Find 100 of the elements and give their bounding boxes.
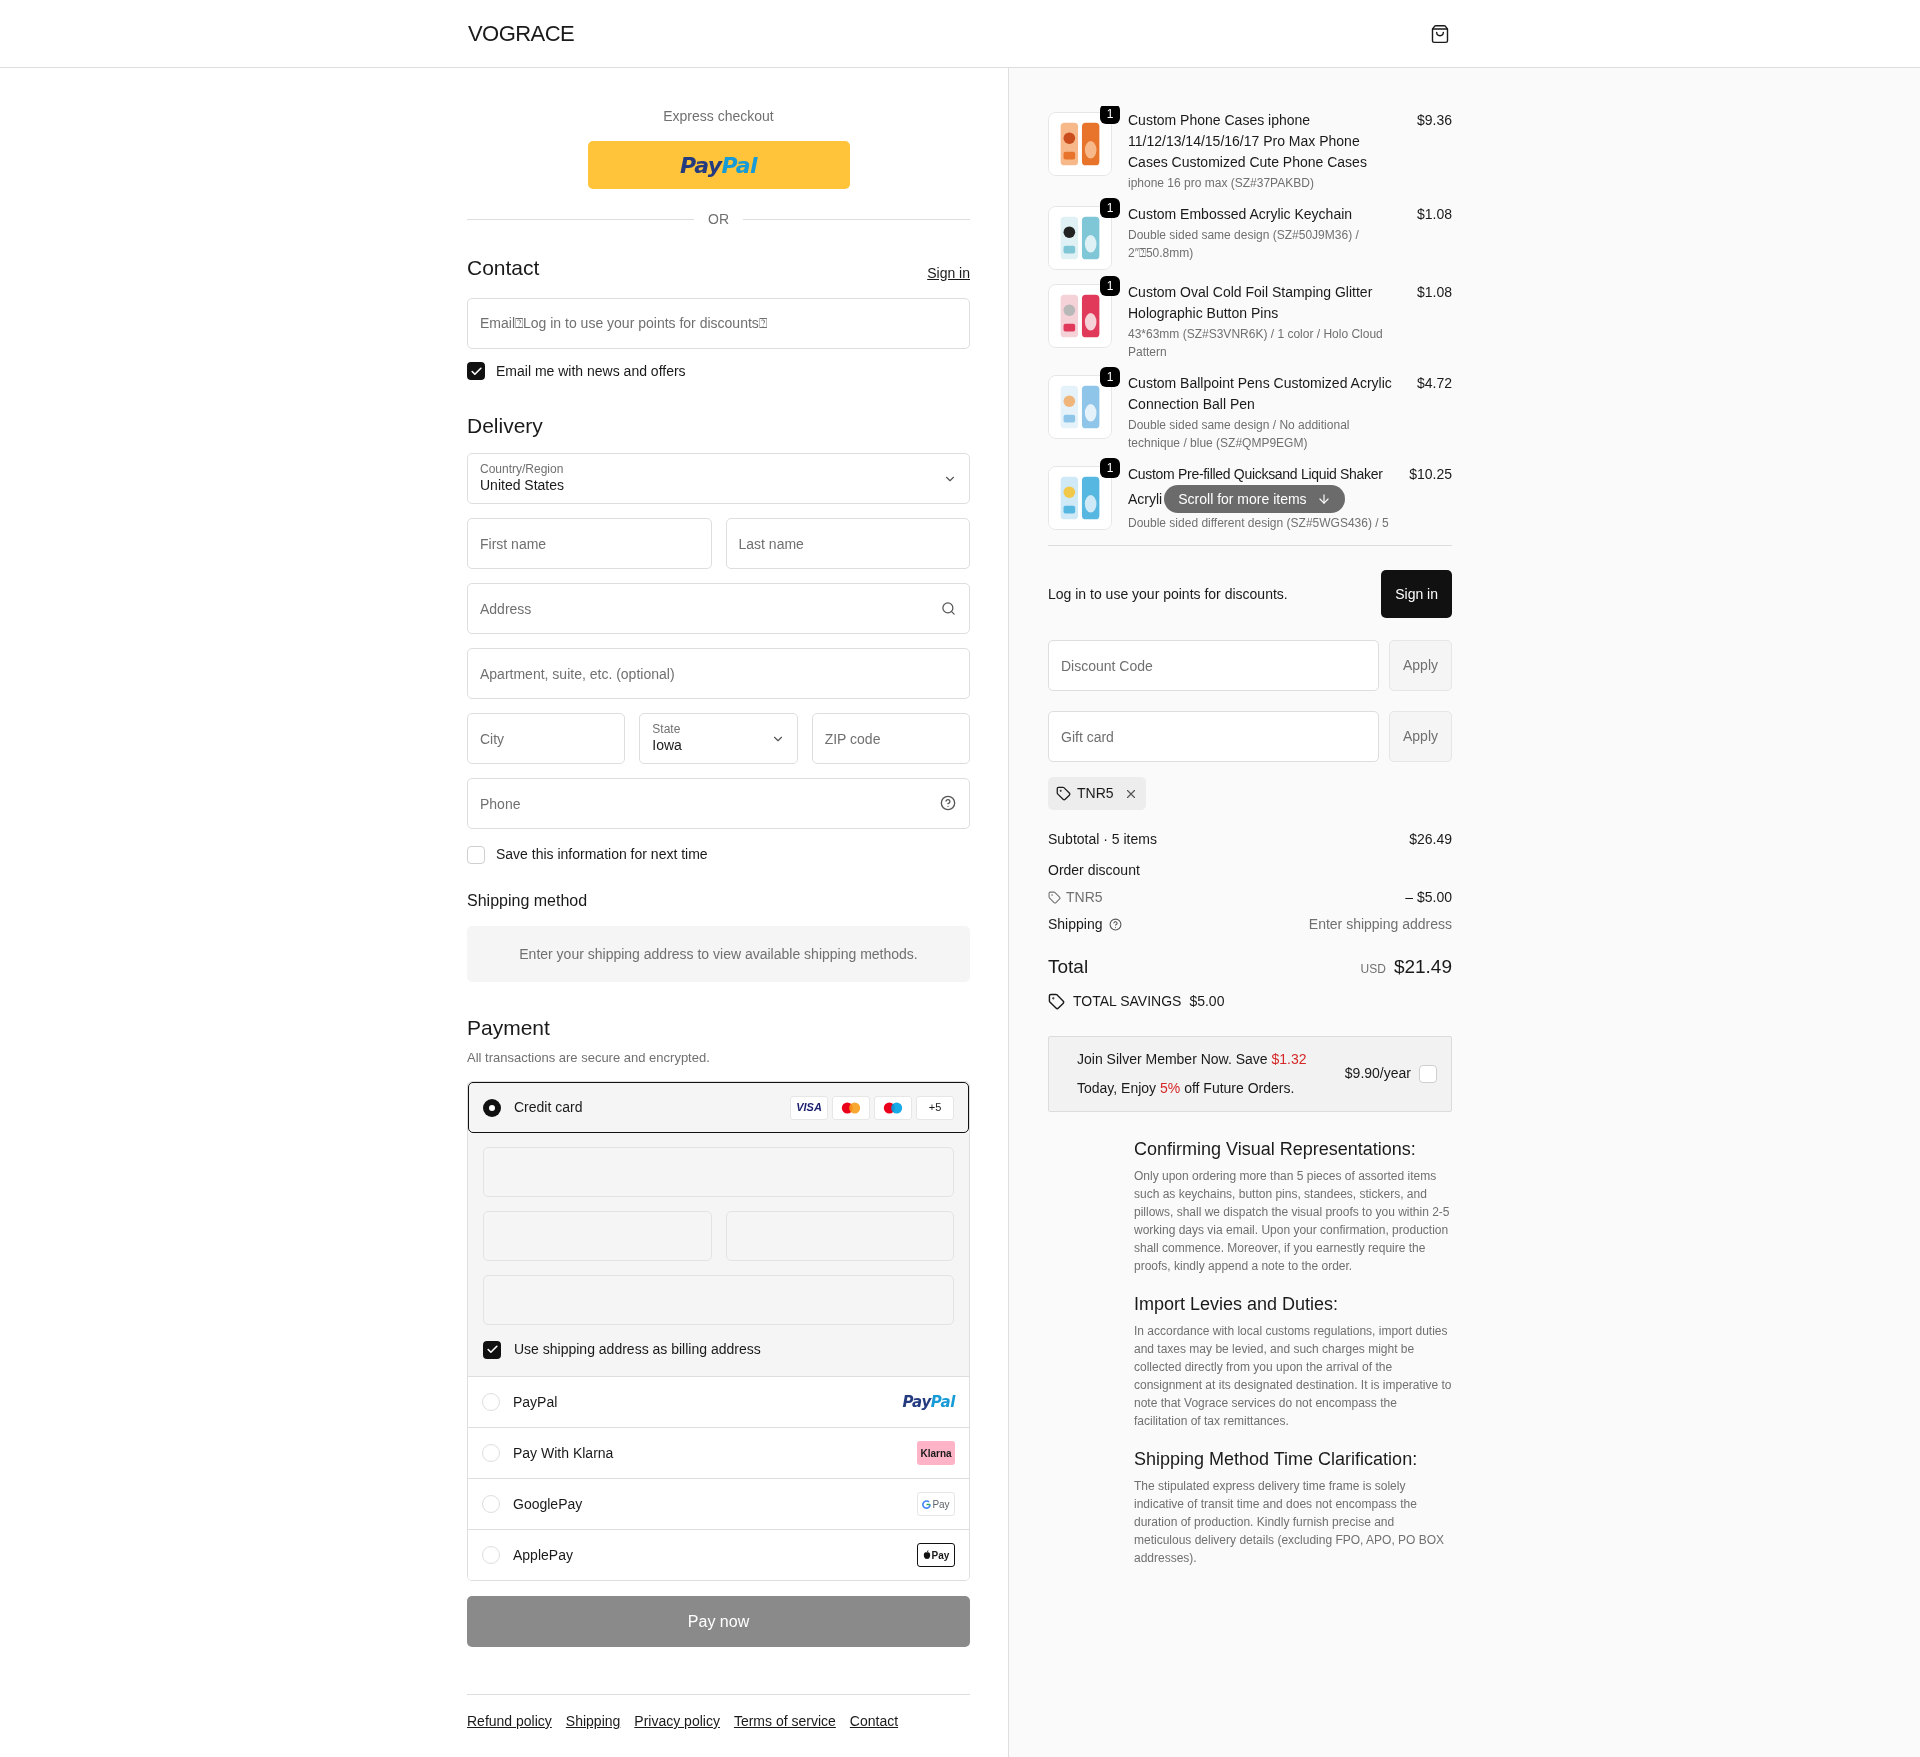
payment-subtitle: All transactions are secure and encrypted. xyxy=(467,1048,711,1067)
product-variant: 43*63mm (SZ#S3VNR6K) / 1 color / Holo Cloud Pattern xyxy=(1128,326,1384,361)
radio-button[interactable] xyxy=(482,1444,500,1462)
footer-link[interactable]: Terms of service xyxy=(733,1711,836,1732)
apartment-field[interactable]: Apartment, suite, etc. (optional) xyxy=(467,648,970,699)
tag-icon xyxy=(1056,786,1071,801)
membership-offer-text: Join Silver Member Now. Save $1.32 xyxy=(1077,1049,1307,1069)
payment-option[interactable]: Credit card VISA +5 xyxy=(468,1082,969,1133)
note-body: In accordance with local customs regulations, import duties and taxes may be levied, and such charges might be collected directly from you upon the arrival of the consignment at its designated destination. It is imperative to note that Vograce services do not encompass the facilitation of tax remittances. xyxy=(1134,1322,1452,1430)
paypal-logo: PayPal xyxy=(902,1391,955,1413)
product-title: Custom Ballpoint Pens Customized Acrylic Connection Ball Pen xyxy=(1128,374,1393,414)
first-name-field[interactable]: First name xyxy=(467,518,712,569)
footer-link[interactable]: Contact xyxy=(849,1711,899,1732)
check-icon xyxy=(485,1343,499,1356)
quantity-badge: 1 xyxy=(1100,458,1120,478)
note-heading: Import Levies and Duties: xyxy=(1134,1292,1340,1316)
field-label: Country/Region xyxy=(480,462,565,478)
quantity-badge: 1 xyxy=(1100,276,1120,296)
product-title: Custom Phone Cases iphone 11/12/13/14/15/16/17 Pro Max Phone Cases Customized Cute Phone Cases xyxy=(1128,111,1368,172)
quantity-badge: 1 xyxy=(1100,367,1120,387)
apply-button[interactable]: Apply xyxy=(1389,640,1452,691)
address-field[interactable]: Address xyxy=(467,583,970,634)
or-divider-label: OR xyxy=(708,210,729,229)
product-price: $9.36 xyxy=(1416,111,1452,130)
savings-label: TOTAL SAVINGS xyxy=(1073,991,1182,1011)
payment-option[interactable]: ApplePay Pay xyxy=(468,1529,969,1580)
field-value: United States xyxy=(480,477,565,495)
section-heading: Delivery xyxy=(467,412,544,439)
currency-label: USD xyxy=(1360,961,1386,978)
search-icon xyxy=(941,601,956,616)
product-title: Acryli xyxy=(1128,489,1163,509)
footer-link[interactable]: Shipping xyxy=(565,1711,621,1732)
footer-link[interactable]: Refund policy xyxy=(467,1711,552,1732)
phone-field[interactable]: Phone xyxy=(467,778,970,829)
payment-option-label: PayPal xyxy=(513,1392,559,1412)
checkbox[interactable] xyxy=(483,1340,501,1359)
state-select[interactable]: State Iowa xyxy=(639,713,798,764)
last-name-field[interactable]: Last name xyxy=(725,518,970,569)
store-logo[interactable]: VOGRACE xyxy=(468,17,575,50)
total-label: Total xyxy=(1048,955,1089,979)
tags-icon xyxy=(1048,992,1065,1010)
points-message: Log in to use your points for discounts. xyxy=(1048,584,1288,604)
cart-icon[interactable] xyxy=(1430,23,1450,44)
quantity-badge: 1 xyxy=(1100,198,1120,218)
scroll-hint-pill[interactable]: Scroll for more items xyxy=(1164,485,1345,513)
radio-button[interactable] xyxy=(483,1098,501,1117)
product-price: $1.08 xyxy=(1416,283,1452,302)
country-select[interactable]: Country/Region United States xyxy=(467,453,970,504)
subtotal-value: $26.49 xyxy=(1409,830,1452,849)
maestro-logo xyxy=(874,1095,912,1120)
note-heading: Confirming Visual Representations: xyxy=(1134,1137,1417,1161)
paypal-button[interactable]: PayPal xyxy=(587,141,850,189)
savings-value: $5.00 xyxy=(1189,991,1225,1011)
discount-code-field[interactable]: Discount Code xyxy=(1048,640,1379,691)
product-variant: Double sided same design / No additional technique / blue (SZ#QMP9EGM) xyxy=(1128,417,1351,452)
payment-option-label: Pay With Klarna xyxy=(513,1443,615,1463)
checkbox-label: Use shipping address as billing address xyxy=(514,1340,761,1359)
checkbox[interactable] xyxy=(467,845,485,864)
help-icon[interactable] xyxy=(1108,918,1122,931)
apple-pay-logo: Pay xyxy=(917,1543,955,1567)
checkbox-label: Save this information for next time xyxy=(496,845,708,864)
email-field[interactable]: Email⍰Log in to use your points for discounts⍰ xyxy=(467,297,970,349)
product-price: $10.25 xyxy=(1409,465,1452,484)
payment-option-label: Credit card xyxy=(514,1098,584,1117)
radio-button[interactable] xyxy=(482,1495,500,1513)
gift-card-field[interactable]: Gift card xyxy=(1048,711,1379,762)
sign-in-button[interactable]: Sign in xyxy=(1381,570,1452,618)
note-body: The stipulated express delivery time frame is solely indicative of transit time and does not encompass the duration of production. Kindly furnish precise and meticulous delivery details (excluding FPO, APO, PO BOX addresses). xyxy=(1134,1477,1446,1567)
help-icon[interactable] xyxy=(940,795,956,811)
shipping-methods-notice: Enter your shipping address to view available shipping methods. xyxy=(467,926,970,982)
payment-option-label: ApplePay xyxy=(513,1545,574,1565)
check-icon xyxy=(469,364,483,378)
radio-button[interactable] xyxy=(482,1393,500,1411)
order-discount-label: Order discount xyxy=(1048,861,1141,880)
klarna-logo: Klarna xyxy=(917,1441,955,1465)
section-heading: Shipping method xyxy=(467,891,589,911)
section-heading: Payment xyxy=(467,1015,551,1041)
field-value: Iowa xyxy=(652,737,682,755)
city-field[interactable]: City xyxy=(467,713,626,764)
checkbox-label: Email me with news and offers xyxy=(496,361,686,381)
radio-button[interactable] xyxy=(482,1546,500,1564)
product-title: Custom Embossed Acrylic Keychain xyxy=(1128,205,1354,224)
sign-in-link[interactable]: Sign in xyxy=(927,262,970,284)
discount-value: – $5.00 xyxy=(1405,888,1452,907)
field-label: State xyxy=(652,722,682,738)
subtotal-label: Subtotal · 5 items xyxy=(1048,830,1157,849)
note-body: Only upon ordering more than 5 pieces of assorted items such as keychains, button pins, standees, stickers, and pillows, shall we dispatch the visual proofs to you within 2-5 working days via email. Upon your confirmation, production shall commence. Moreover, if you earnestly require the proofs, kindly append a note to the order. xyxy=(1134,1167,1451,1275)
checkbox[interactable] xyxy=(467,362,485,380)
product-title: Custom Pre-filled Quicksand Liquid Shaker xyxy=(1128,465,1384,484)
zip-field[interactable]: ZIP code xyxy=(811,713,970,764)
total-value: $21.49 xyxy=(1393,955,1452,979)
checkbox[interactable] xyxy=(1419,1064,1437,1083)
google-pay-logo: Pay xyxy=(917,1492,955,1516)
product-price: $1.08 xyxy=(1416,205,1452,224)
shipping-label: Shipping xyxy=(1048,915,1103,934)
apply-button[interactable]: Apply xyxy=(1389,711,1452,762)
express-checkout-label: Express checkout xyxy=(662,107,775,126)
footer-link[interactable]: Privacy policy xyxy=(634,1711,720,1732)
mastercard-logo xyxy=(832,1095,870,1120)
tag-icon xyxy=(1048,891,1061,904)
